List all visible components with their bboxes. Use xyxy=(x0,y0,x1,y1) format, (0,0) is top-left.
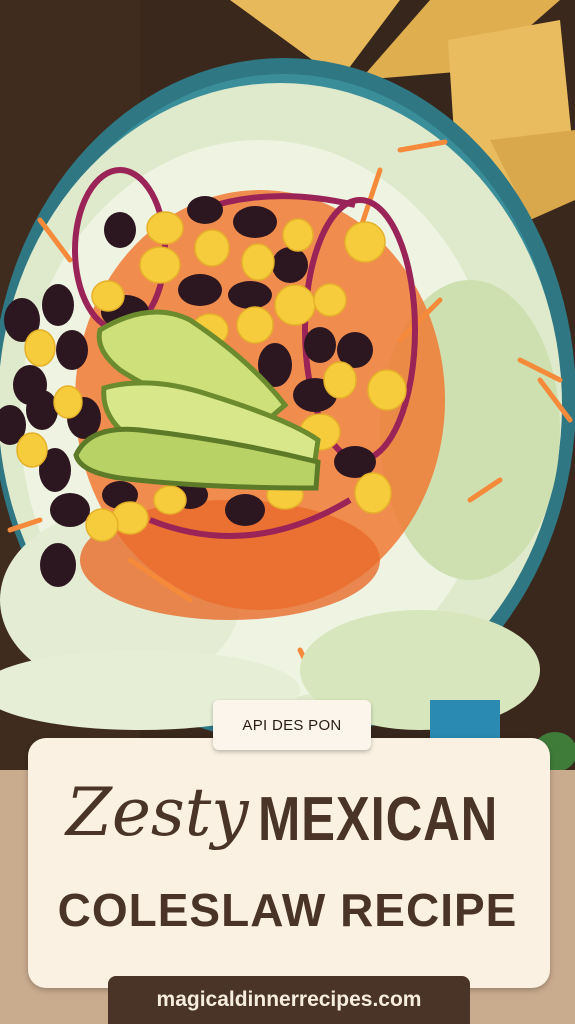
badge-label: API DES PON xyxy=(213,700,371,750)
title-line-coleslaw-recipe: COLESLAW RECIPE xyxy=(57,884,518,936)
title-word-mexican: MEXICAN xyxy=(258,785,499,854)
title-word-zesty: Zesty xyxy=(66,774,249,851)
website-url[interactable]: magicaldinnerrecipes.com xyxy=(108,976,470,1024)
